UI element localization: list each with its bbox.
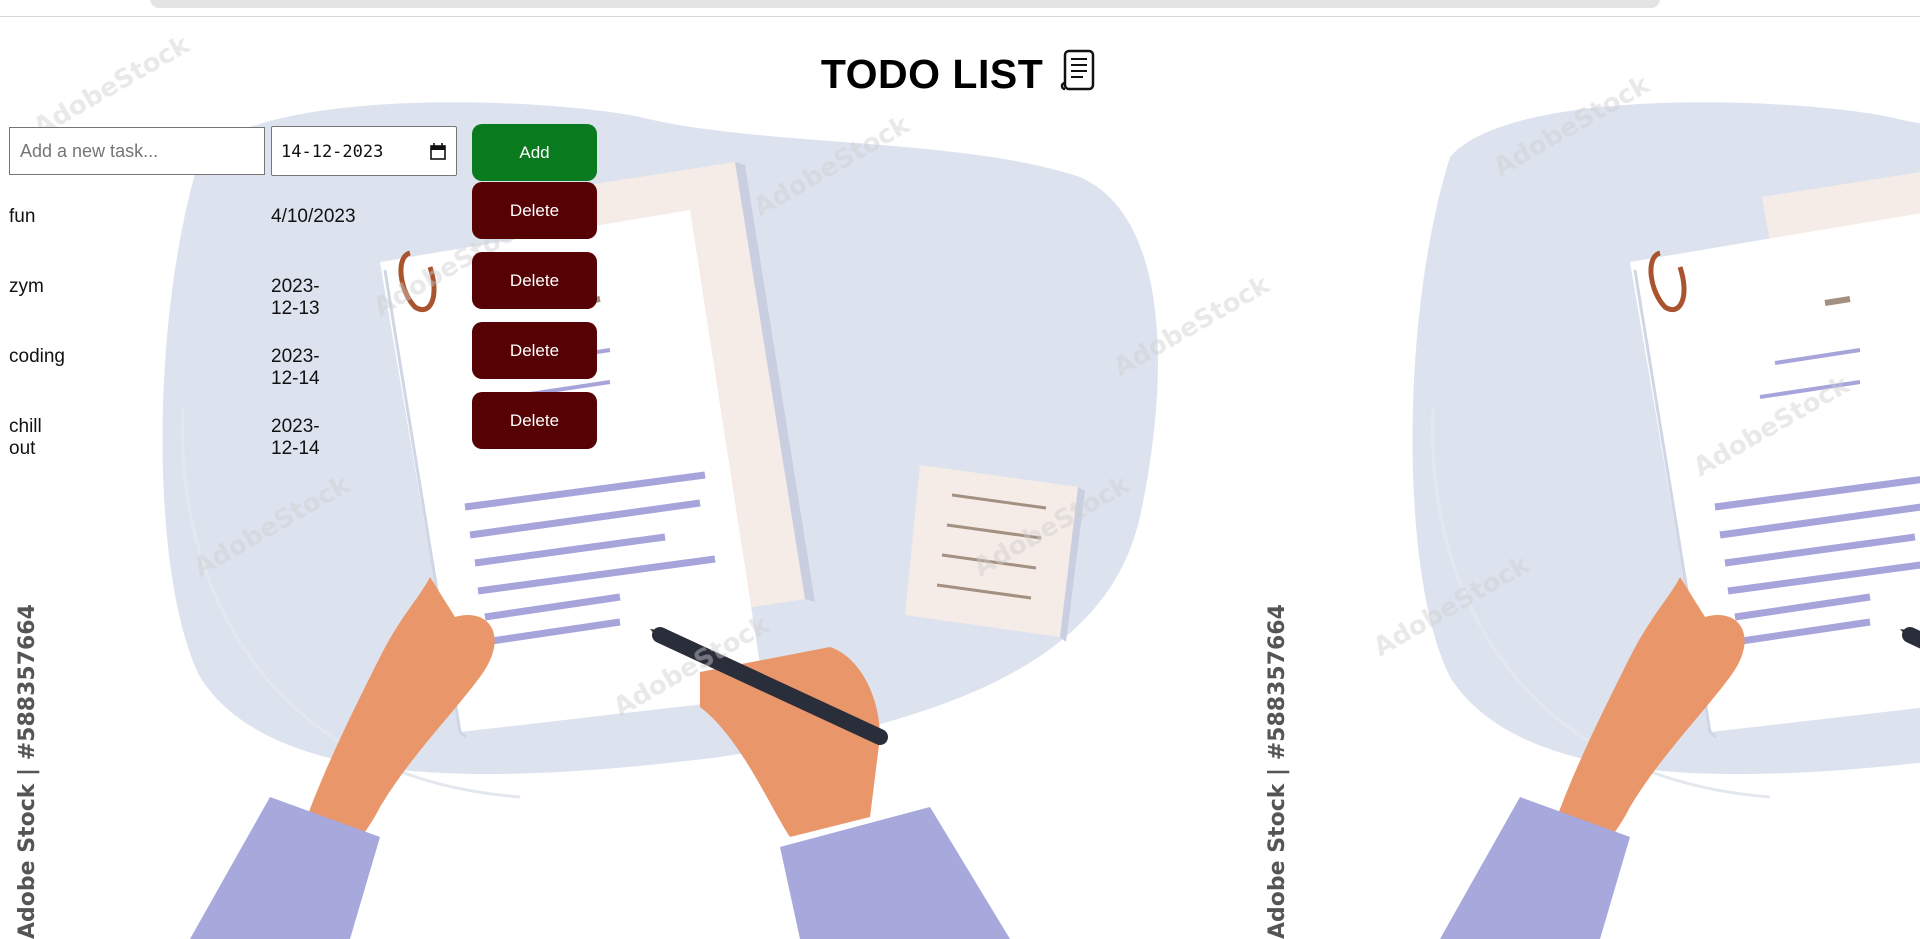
delete-task-button[interactable]: Delete [472, 182, 597, 239]
task-name: chill out [9, 416, 42, 459]
calendar-icon[interactable] [430, 143, 446, 165]
browser-top-bar [0, 0, 1920, 17]
address-bar[interactable] [150, 0, 1660, 8]
task-date: 2023-12-14 [271, 416, 320, 459]
delete-task-button[interactable]: Delete [472, 252, 597, 309]
add-task-button[interactable]: Add [472, 124, 597, 181]
scroll-icon [1059, 48, 1099, 104]
page-title-text: TODO LIST [820, 51, 1044, 97]
delete-task-button[interactable]: Delete [472, 322, 597, 379]
due-date-input[interactable]: 14-12-2023 [271, 126, 457, 176]
task-date: 4/10/2023 [271, 206, 356, 227]
task-date: 2023-12-14 [271, 346, 320, 389]
delete-task-button[interactable]: Delete [472, 392, 597, 449]
page-title: TODO LIST [0, 48, 1920, 104]
new-task-input[interactable] [9, 127, 265, 175]
task-name: zym [9, 276, 44, 297]
task-name: coding [9, 346, 65, 367]
task-date: 2023-12-13 [271, 276, 320, 319]
due-date-value: 14-12-2023 [281, 142, 384, 162]
task-name: fun [9, 206, 36, 227]
